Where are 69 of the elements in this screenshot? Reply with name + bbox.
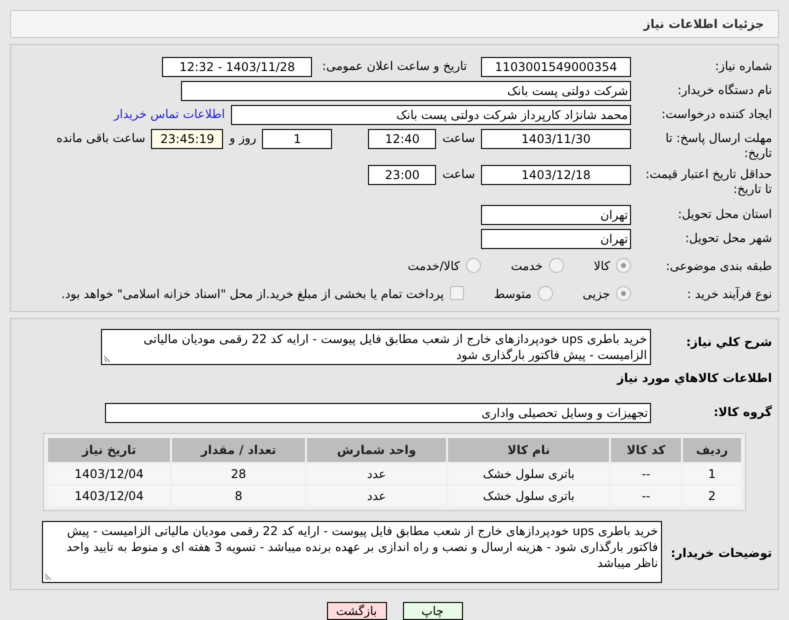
radio-label: کالا/خدمت bbox=[408, 258, 460, 273]
goods-group-field[interactable]: تجهیزات و وسایل تحصیلی واداری bbox=[105, 403, 651, 423]
radio-label: جزیی bbox=[582, 286, 610, 301]
table-cell: عدد bbox=[306, 464, 446, 484]
table-cell: 1 bbox=[682, 464, 741, 484]
table-cell: باتری سلول خشک bbox=[448, 486, 610, 506]
field-label: استان محل تحویل: bbox=[676, 206, 772, 222]
need-number-field[interactable]: 1103001549000354 bbox=[481, 57, 631, 77]
radio-button[interactable] bbox=[548, 258, 564, 272]
radio-button[interactable] bbox=[538, 286, 553, 300]
buyer-org-field[interactable]: شرکت دولتی پست بانک bbox=[181, 81, 631, 101]
field-label: گروه کالا: bbox=[712, 404, 772, 420]
radio-button[interactable] bbox=[616, 286, 631, 300]
field-label: نوع فرآیند خرید : bbox=[686, 286, 772, 302]
field-label: روز و bbox=[229, 130, 256, 145]
radio-label: کالا bbox=[594, 258, 610, 273]
validity-date-field[interactable]: 1403/12/18 bbox=[481, 165, 631, 185]
field-label: توضیحات خریدار: bbox=[670, 544, 772, 560]
checkbox-label: پرداخت تمام یا بخشی از مبلغ خرید.از محل "اسناد خزانه اسلامی" خواهد بود. bbox=[61, 286, 444, 301]
radio-button[interactable] bbox=[466, 258, 481, 272]
field-label: ایجاد کننده درخواست: bbox=[660, 106, 772, 122]
radio-button[interactable] bbox=[616, 258, 631, 272]
table-cell: -- bbox=[611, 464, 681, 484]
radio-label: متوسط bbox=[494, 286, 532, 301]
column-header: ردیف bbox=[682, 438, 741, 462]
buyer-notes-box[interactable]: خرید باطری ups خودپردازهای خارج از شعب مطابق فایل پیوست - ارایه کد 22 رقمی مودیان مالیاتی الزامیست - پیش فاکتور بارگذاری شود - هزینه ارسال و نصب و راه اندازی بر عهده برنده میباشد - تسویه 3 هفته ای و منوط به تایید واحد ناظر میباشد bbox=[42, 521, 662, 583]
resize-grip-icon[interactable] bbox=[45, 572, 53, 580]
field-label: مهلت ارسال پاسخ: تا تاریخ: bbox=[664, 130, 772, 161]
checkbox[interactable] bbox=[450, 286, 464, 300]
column-header: تعداد / مقدار bbox=[172, 438, 305, 462]
table-cell: عدد bbox=[306, 486, 446, 506]
column-header: کد کالا bbox=[611, 438, 681, 462]
buyer-contact-link[interactable]: اطلاعات تماس خریدار bbox=[114, 105, 225, 121]
description-box[interactable]: خرید باطری ups خودپردازهای خارج از شعب مطابق فایل پیوست - ارایه کد 22 رقمی مودیان مالیاتی الزامیست - پیش فاکتور بارگذاری شود bbox=[101, 329, 651, 365]
deadline-date-field[interactable]: 1403/11/30 bbox=[481, 129, 631, 149]
table-cell: 8 bbox=[172, 486, 305, 506]
field-label: ساعت bbox=[442, 130, 475, 145]
table-cell: 2 bbox=[682, 486, 741, 506]
days-field[interactable]: 1 bbox=[262, 129, 332, 149]
back-button[interactable]: بازگشت bbox=[326, 602, 386, 620]
field-label: شرح کلي نياز: bbox=[685, 334, 772, 350]
table-cell: 28 bbox=[172, 464, 305, 484]
column-header: تاریخ نیاز bbox=[48, 438, 170, 462]
deadline-time-field[interactable]: 12:40 bbox=[368, 129, 436, 149]
page-title: جزئیات اطلاعات نیاز bbox=[643, 17, 764, 31]
column-header: نام کالا bbox=[448, 438, 610, 462]
table-cell: باتری سلول خشک bbox=[448, 464, 610, 484]
resize-grip-icon[interactable] bbox=[104, 354, 112, 362]
field-label: طبقه بندی موضوعی: bbox=[664, 258, 772, 274]
field-label: نام دستگاه خریدار: bbox=[676, 82, 772, 98]
table-cell: 1403/12/04 bbox=[48, 464, 170, 484]
creator-field[interactable]: محمد شانژاد کارپرداز شرکت دولتی پست بانک bbox=[231, 105, 631, 125]
field-label: ساعت bbox=[442, 166, 475, 181]
city-field[interactable]: تهران bbox=[481, 229, 631, 249]
table-cell: 1403/12/04 bbox=[48, 486, 170, 506]
field-label: حداقل تاریخ اعتبار قیمت: تا تاریخ: bbox=[644, 166, 772, 197]
section-heading: اطلاعات کالاهاي مورد نياز bbox=[616, 370, 772, 387]
field-label: ساعت باقی مانده bbox=[56, 130, 146, 145]
radio-label: خدمت bbox=[510, 258, 543, 273]
remaining-time-field: 23:45:19 bbox=[151, 129, 224, 149]
province-field[interactable]: تهران bbox=[481, 205, 631, 225]
announce-date-field[interactable]: 1403/11/28 - 12:32 bbox=[162, 57, 312, 77]
column-header: واحد شمارش bbox=[306, 438, 446, 462]
field-label: شهر محل تحویل: bbox=[684, 230, 772, 246]
field-label: شماره نیاز: bbox=[714, 58, 772, 74]
validity-time-field[interactable]: 23:00 bbox=[368, 165, 436, 185]
print-button[interactable]: چاپ bbox=[402, 602, 462, 620]
field-label: تاریخ و ساعت اعلان عمومی: bbox=[322, 58, 467, 73]
table-cell: -- bbox=[611, 486, 681, 506]
